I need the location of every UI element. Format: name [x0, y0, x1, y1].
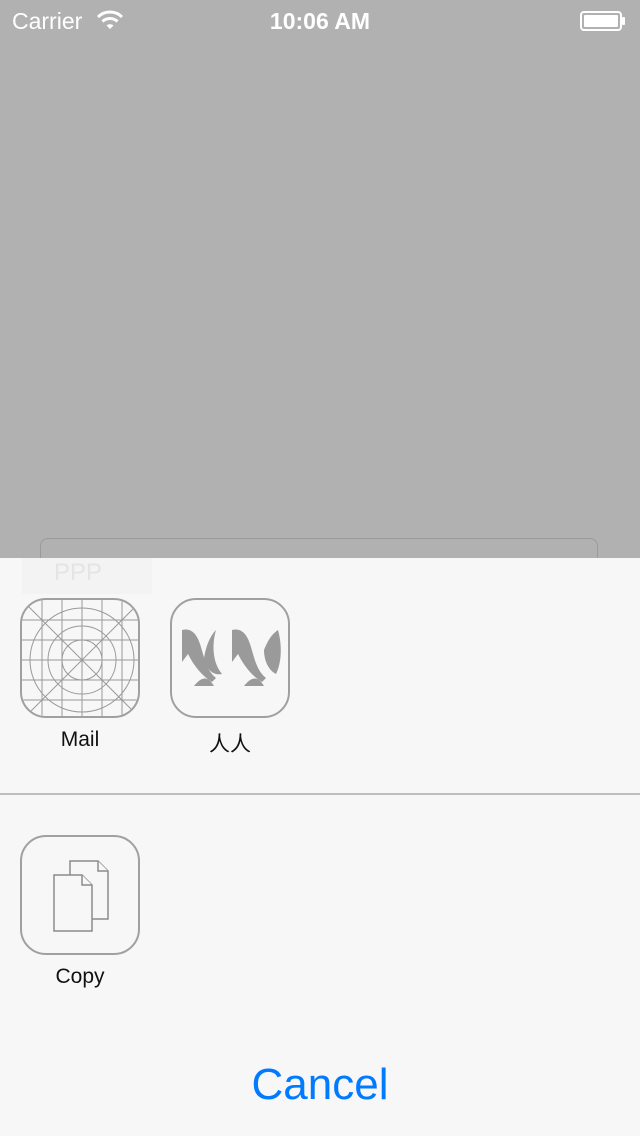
share-target-mail[interactable]: Mail: [20, 598, 140, 752]
status-bar: Carrier 10:06 AM: [0, 0, 640, 40]
dimmed-background[interactable]: [0, 0, 640, 558]
cancel-area: Cancel: [0, 1034, 640, 1136]
mail-placeholder-icon: [20, 598, 140, 718]
share-target-label-mail: Mail: [60, 728, 100, 751]
share-target-label-renren: 人人: [209, 733, 251, 756]
cancel-button[interactable]: Cancel: [0, 1034, 640, 1136]
status-time: 10:06 AM: [269, 8, 371, 34]
share-targets-row: Mail 人人: [0, 558, 640, 795]
copy-icon: [20, 835, 140, 955]
action-label-copy: Copy: [55, 965, 105, 988]
renren-icon: [170, 598, 290, 718]
action-copy[interactable]: Copy: [20, 835, 140, 989]
share-sheet: PPP Mail 人人 Copy Cancel: [0, 558, 640, 1136]
share-target-renren[interactable]: 人人: [170, 598, 290, 758]
battery-icon: [580, 10, 625, 31]
actions-row: Copy: [0, 795, 640, 1033]
